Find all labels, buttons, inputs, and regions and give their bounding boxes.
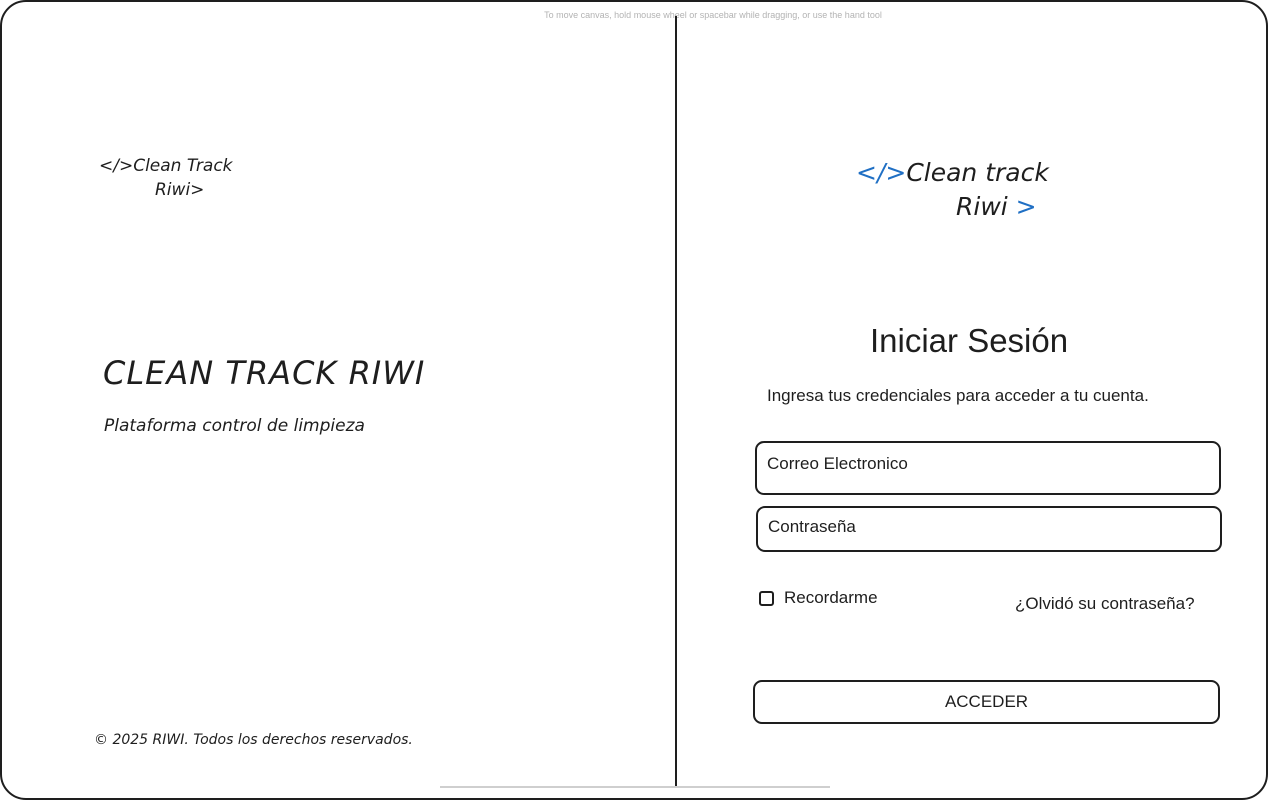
- left-logo-line1: </>Clean Track: [99, 156, 233, 176]
- right-logo-line1: </>Clean track: [856, 156, 1049, 190]
- login-button[interactable]: ACCEDER: [753, 680, 1220, 724]
- brand-title: CLEAN TRACK RIWI: [103, 354, 426, 392]
- right-logo: </>Clean track Riwi >: [856, 156, 1049, 224]
- right-logo-line2: Riwi >: [856, 190, 1049, 224]
- forgot-password-link[interactable]: ¿Olvidó su contraseña?: [1015, 594, 1195, 614]
- password-field[interactable]: [756, 506, 1222, 552]
- panel-divider: [675, 16, 677, 788]
- right-logo-text2: Riwi: [956, 192, 1008, 221]
- login-title: Iniciar Sesión: [870, 322, 1069, 359]
- left-logo-line2: Riwi>: [155, 180, 205, 200]
- login-subtitle: Ingresa tus credenciales para acceder a …: [767, 386, 1149, 405]
- remember-me[interactable]: Recordarme: [759, 588, 878, 608]
- left-logo: </>Clean Track Riwi>: [99, 154, 233, 202]
- email-field[interactable]: [755, 441, 1221, 495]
- brand-subtitle: Plataforma control de limpieza: [104, 416, 365, 436]
- right-logo-text1: Clean track: [906, 158, 1049, 187]
- remember-checkbox[interactable]: [759, 590, 774, 606]
- copyright-text: © 2025 RIWI. Todos los derechos reservad…: [94, 732, 413, 748]
- code-tag-icon: </>: [856, 158, 907, 187]
- remember-label: Recordarme: [784, 588, 878, 607]
- chevron-right-icon: >: [1015, 192, 1037, 221]
- canvas-hint: To move canvas, hold mouse wheel or spac…: [544, 10, 882, 20]
